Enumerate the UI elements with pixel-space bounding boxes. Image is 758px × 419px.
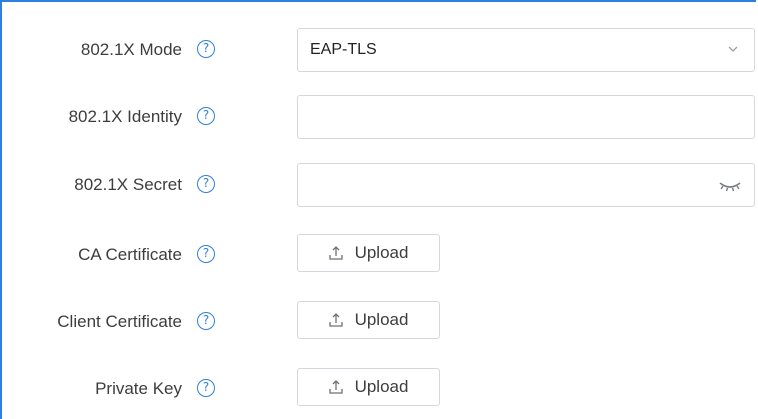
secret-field bbox=[297, 163, 755, 207]
ca-certificate-label: CA Certificate bbox=[78, 245, 182, 264]
client-certificate-upload-button[interactable]: Upload bbox=[297, 301, 440, 339]
identity-label: 802.1X Identity bbox=[68, 107, 182, 126]
chevron-down-icon bbox=[728, 46, 738, 52]
private-key-upload-button[interactable]: Upload bbox=[297, 368, 440, 406]
private-key-label: Private Key bbox=[95, 379, 182, 398]
client-certificate-row: Client Certificate ? Upload bbox=[2, 300, 758, 344]
mode-select-value: EAP-TLS bbox=[310, 41, 377, 58]
ca-certificate-help-icon[interactable]: ? bbox=[197, 245, 215, 263]
mode-help-icon[interactable]: ? bbox=[197, 40, 215, 58]
secret-row: 802.1X Secret ? bbox=[2, 163, 758, 207]
upload-icon bbox=[328, 246, 343, 260]
ca-certificate-row: CA Certificate ? Upload bbox=[2, 233, 758, 277]
secret-help-icon[interactable]: ? bbox=[197, 175, 215, 193]
identity-field bbox=[297, 95, 755, 139]
secret-label: 802.1X Secret bbox=[74, 175, 182, 194]
upload-icon bbox=[328, 313, 343, 327]
upload-icon bbox=[328, 380, 343, 394]
identity-input[interactable] bbox=[298, 96, 754, 138]
settings-form-panel: 802.1X Mode ? EAP-TLS 802.1X Identity ? … bbox=[0, 0, 756, 419]
mode-select[interactable]: EAP-TLS bbox=[297, 28, 755, 72]
identity-row: 802.1X Identity ? bbox=[2, 95, 758, 139]
ca-certificate-upload-button[interactable]: Upload bbox=[297, 234, 440, 272]
eye-closed-icon[interactable] bbox=[718, 177, 742, 193]
client-certificate-help-icon[interactable]: ? bbox=[197, 312, 215, 330]
client-certificate-upload-label: Upload bbox=[354, 310, 409, 329]
secret-input[interactable] bbox=[298, 164, 754, 206]
mode-label: 802.1X Mode bbox=[80, 40, 182, 59]
private-key-help-icon[interactable]: ? bbox=[197, 379, 215, 397]
identity-help-icon[interactable]: ? bbox=[197, 107, 215, 125]
client-certificate-label: Client Certificate bbox=[57, 312, 182, 331]
mode-row: 802.1X Mode ? EAP-TLS bbox=[2, 28, 758, 72]
private-key-row: Private Key ? Upload bbox=[2, 367, 758, 411]
ca-certificate-upload-label: Upload bbox=[354, 243, 409, 262]
private-key-upload-label: Upload bbox=[354, 377, 409, 396]
